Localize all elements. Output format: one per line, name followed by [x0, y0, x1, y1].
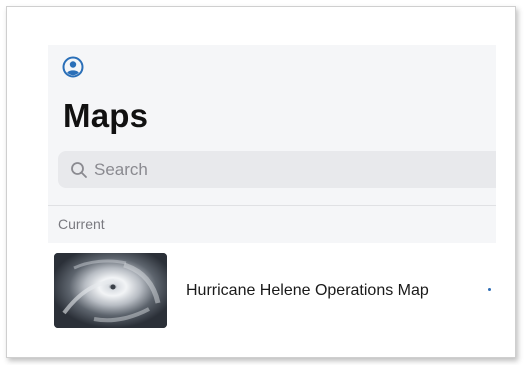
- header-panel: Maps Search Current: [48, 45, 496, 243]
- hurricane-satellite-thumbnail: [54, 253, 167, 328]
- search-input[interactable]: Search: [58, 151, 496, 188]
- page-title: Maps: [63, 97, 149, 134]
- map-title: Hurricane Helene Operations Map: [186, 282, 429, 299]
- search-icon: [71, 162, 87, 178]
- screenshot-frame: Maps Search Current Hurricane Helene Ope…: [6, 6, 516, 358]
- user-circle-icon[interactable]: [62, 56, 84, 78]
- search-placeholder: Search: [94, 160, 148, 179]
- more-options-icon[interactable]: [488, 288, 491, 291]
- maps-app: Maps Search Current Hurricane Helene Ope…: [48, 45, 496, 335]
- section-label-current: Current: [58, 216, 105, 232]
- map-list-item[interactable]: Hurricane Helene Operations Map: [48, 248, 496, 328]
- section-divider: [48, 205, 496, 206]
